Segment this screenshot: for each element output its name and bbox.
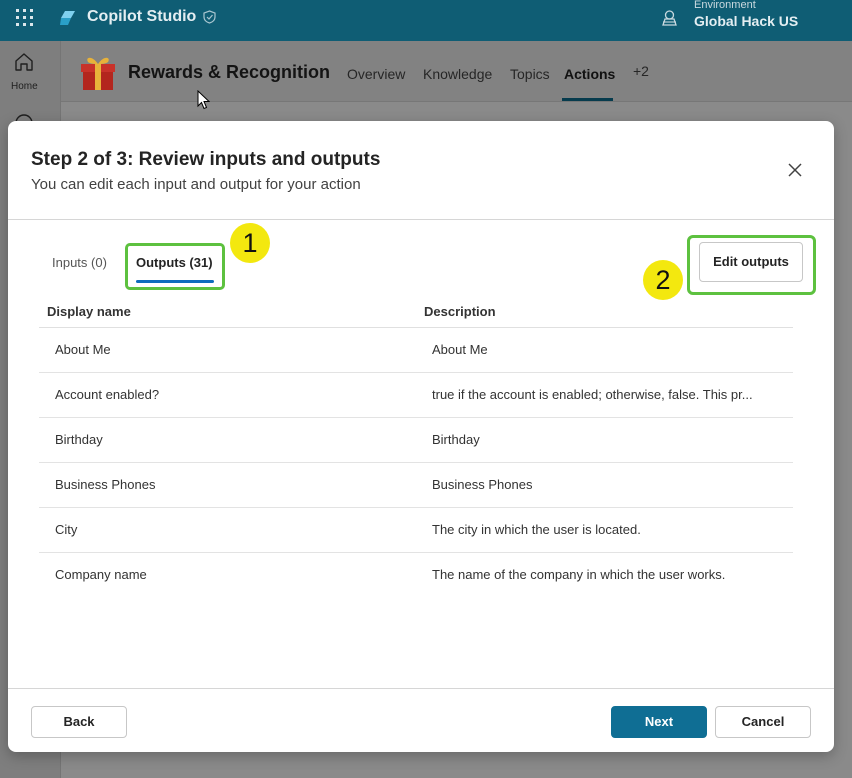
row-description: Birthday <box>432 432 480 447</box>
row-description: About Me <box>432 342 488 357</box>
mouse-pointer-icon <box>197 90 210 110</box>
row-description: The name of the company in which the use… <box>432 567 726 582</box>
row-description: true if the account is enabled; otherwis… <box>432 387 753 402</box>
footer-divider <box>8 688 834 689</box>
tab-knowledge[interactable]: Knowledge <box>423 66 492 82</box>
row-display-name: Business Phones <box>55 477 156 492</box>
header-divider <box>8 219 834 220</box>
cancel-button[interactable]: Cancel <box>715 706 811 738</box>
review-dialog: Step 2 of 3: Review inputs and outputs Y… <box>8 121 834 752</box>
table-row[interactable]: Company name The name of the company in … <box>39 553 793 598</box>
gift-icon <box>81 57 115 90</box>
dialog-subtitle: You can edit each input and output for y… <box>31 176 361 193</box>
agent-header: Rewards & Recognition Overview Knowledge… <box>61 41 852 102</box>
row-description: Business Phones <box>432 477 533 492</box>
table-row[interactable]: About Me About Me <box>39 328 793 373</box>
tab-more[interactable]: +2 <box>633 63 649 79</box>
table-row[interactable]: Business Phones Business Phones <box>39 463 793 508</box>
column-header-description[interactable]: Description <box>424 304 496 319</box>
app-launcher-icon[interactable] <box>16 9 33 26</box>
tab-topics[interactable]: Topics <box>510 66 550 82</box>
dialog-title: Step 2 of 3: Review inputs and outputs <box>31 149 381 170</box>
row-description: The city in which the user is located. <box>432 522 641 537</box>
rail-home-label[interactable]: Home <box>11 81 38 92</box>
environment-value[interactable]: Global Hack US <box>694 13 798 29</box>
annotation-badge-2: 2 <box>643 260 683 300</box>
shield-icon <box>203 10 216 24</box>
environment-icon <box>662 10 677 26</box>
annotation-badge-1: 1 <box>230 223 270 263</box>
tab-actions[interactable]: Actions <box>564 66 615 82</box>
tab-inputs[interactable]: Inputs (0) <box>52 255 107 270</box>
table-row[interactable]: Account enabled? true if the account is … <box>39 373 793 418</box>
tab-overview[interactable]: Overview <box>347 66 405 82</box>
annotation-highlight-edit <box>687 235 816 295</box>
active-tab-indicator <box>562 98 613 101</box>
row-display-name: Company name <box>55 567 147 582</box>
home-icon[interactable] <box>13 51 35 73</box>
environment-label: Environment <box>694 0 756 11</box>
row-display-name: About Me <box>55 342 111 357</box>
table-row[interactable]: City The city in which the user is locat… <box>39 508 793 553</box>
agent-name: Rewards & Recognition <box>128 62 331 82</box>
annotation-highlight-outputs <box>125 243 225 290</box>
next-button[interactable]: Next <box>611 706 707 738</box>
copilot-studio-logo-icon <box>60 11 75 25</box>
row-display-name: Account enabled? <box>55 387 160 402</box>
column-header-display-name[interactable]: Display name <box>47 304 131 319</box>
app-name[interactable]: Copilot Studio <box>87 8 196 26</box>
row-display-name: City <box>55 522 78 537</box>
back-button[interactable]: Back <box>31 706 127 738</box>
table-row[interactable]: Birthday Birthday <box>39 418 793 463</box>
close-icon[interactable] <box>784 159 806 181</box>
top-app-bar: Copilot Studio Environment Global Hack U… <box>0 0 852 41</box>
row-display-name: Birthday <box>55 432 103 447</box>
